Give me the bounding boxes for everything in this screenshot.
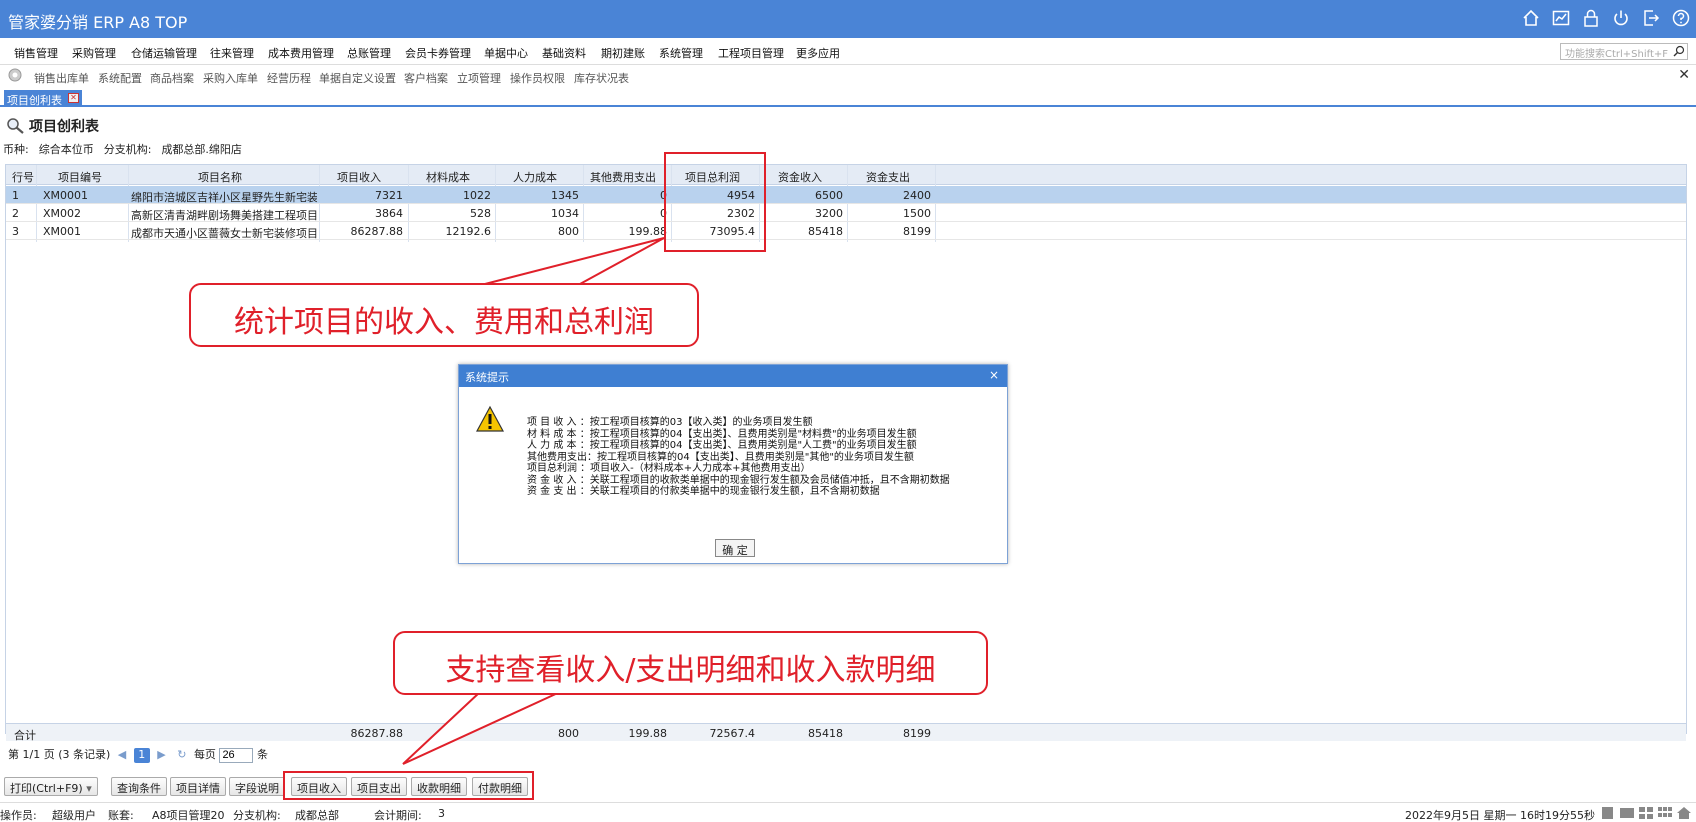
app-window: 管家婆分销 ERP A8 TOP 销售管理 采购管理 仓储运输管理 往来管理 成…: [0, 0, 1696, 822]
callout-detail-view: 支持查看收入/支出明细和收入款明细: [393, 631, 988, 695]
callout-profit-stats: 统计项目的收入、费用和总利润: [189, 283, 699, 347]
callout-pointers: [402, 237, 665, 765]
